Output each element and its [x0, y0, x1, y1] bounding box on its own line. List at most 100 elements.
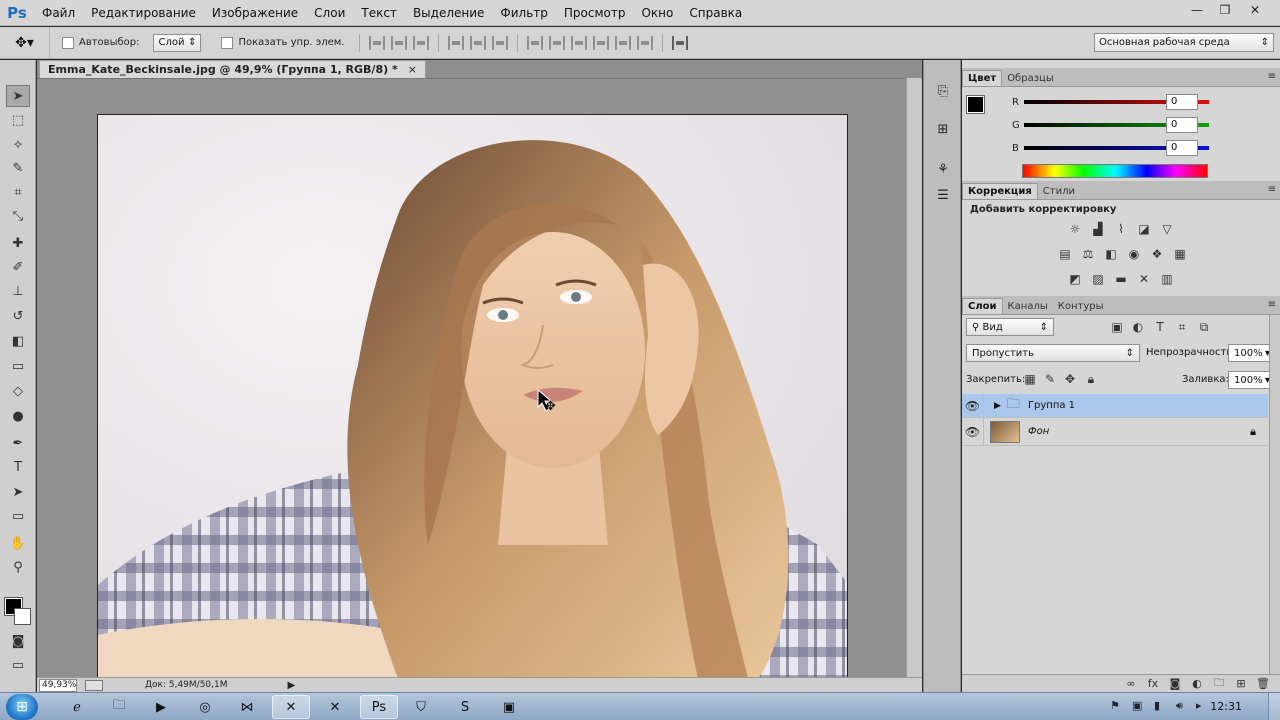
g-value-field[interactable]: 0 [1166, 117, 1198, 133]
menu-layers[interactable]: Слои [306, 0, 353, 26]
r-value-field[interactable]: 0 [1166, 94, 1198, 110]
auto-align-icon[interactable] [671, 35, 688, 50]
autoselect-checkbox[interactable] [62, 36, 74, 49]
curves-icon[interactable]: ⌇ [1113, 222, 1129, 236]
healing-brush-icon[interactable]: ✚ [6, 232, 30, 254]
align-hcenter-icon[interactable] [469, 35, 486, 50]
restore-button[interactable]: ❐ [1210, 0, 1240, 20]
menu-file[interactable]: Файл [34, 0, 83, 26]
clone-stamp-icon[interactable]: ⊥ [6, 280, 30, 302]
expand-arrow-icon[interactable]: ▶ [994, 401, 1001, 411]
zoom-icon[interactable]: ⚲ [6, 556, 30, 578]
show-controls-checkbox[interactable] [221, 36, 234, 49]
start-button[interactable]: ⊞ [6, 694, 38, 720]
new-group-icon[interactable]: 🗀︎ [1208, 674, 1230, 693]
distribute-hcenter-icon[interactable] [614, 35, 631, 50]
filter-smart-icon[interactable]: ⧉ [1196, 320, 1212, 334]
status-preview-icon[interactable] [85, 679, 103, 691]
fg-color-picker[interactable] [966, 95, 985, 114]
explorer-icon[interactable]: 🗀︎ [100, 695, 138, 719]
color-spectrum-bar[interactable] [1022, 164, 1208, 178]
panel-menu-icon[interactable]: ≡ [1268, 184, 1276, 195]
align-bottom-icon[interactable] [412, 35, 429, 50]
photo-filter-icon[interactable]: ◉ [1126, 247, 1142, 261]
tool-presets-icon[interactable]: ☰ [931, 184, 955, 206]
marquee-icon[interactable]: ⬚ [6, 109, 30, 131]
tab-color[interactable]: Цвет [962, 70, 1003, 86]
filter-pixel-icon[interactable]: ▣ [1109, 320, 1125, 334]
history-brush-icon[interactable]: ↺ [6, 305, 30, 327]
layer-row-group1[interactable]: 👁︎ ▶ 🗀︎ Группа 1 [962, 393, 1268, 418]
tab-swatches[interactable]: Образцы [1002, 70, 1059, 86]
move-tool-icon[interactable]: ➤ [6, 85, 30, 107]
zoom-level-field[interactable]: 49,93% [39, 678, 77, 692]
b-value-field[interactable]: 0 [1166, 140, 1198, 156]
color-lookup-icon[interactable]: ▦ [1172, 247, 1188, 261]
volume-icon[interactable]: 🔊︎ [1176, 699, 1183, 713]
gradient-icon[interactable]: ▭ [6, 355, 30, 377]
background-color-swatch[interactable] [14, 608, 31, 625]
remote-desktop-icon[interactable]: ▣ [490, 695, 528, 719]
autoselect-dropdown[interactable]: Слой ⇕ [153, 33, 202, 52]
layer-filter-dropdown[interactable]: ⚲ Вид ⇕ [966, 318, 1054, 336]
workspace-dropdown[interactable]: Основная рабочая среда ⇕ [1094, 33, 1274, 52]
lock-image-icon[interactable]: ✎ [1042, 372, 1058, 386]
close-button[interactable]: ✕ [1240, 0, 1270, 20]
distribute-top-icon[interactable] [526, 35, 543, 50]
distribute-vcenter-icon[interactable] [548, 35, 565, 50]
blend-mode-dropdown[interactable]: Пропустить ⇕ [966, 344, 1140, 362]
menu-view[interactable]: Просмотр [556, 0, 634, 26]
new-layer-icon[interactable]: ⊞ [1230, 677, 1252, 690]
app-icon[interactable]: ⋈ [228, 695, 266, 719]
layer-row-background[interactable]: 👁︎ Фон 🔒︎ [962, 417, 1268, 446]
selective-color-icon[interactable]: ✕ [1136, 272, 1152, 286]
status-menu-arrow-icon[interactable]: ▶ [288, 680, 296, 691]
lasso-icon[interactable]: ⟡ [6, 133, 30, 155]
color-balance-icon[interactable]: ⚖ [1080, 247, 1096, 261]
tray-app-icon[interactable]: ▣ [1132, 699, 1142, 712]
distribute-left-icon[interactable] [592, 35, 609, 50]
tab-channels[interactable]: Каналы [1003, 298, 1053, 314]
tab-styles[interactable]: Стили [1038, 183, 1080, 199]
tab-paths[interactable]: Контуры [1053, 298, 1109, 314]
document-vertical-scrollbar[interactable] [906, 78, 922, 678]
menu-select[interactable]: Выделение [405, 0, 492, 26]
exposure-icon[interactable]: ◪ [1136, 222, 1152, 236]
close-tab-icon[interactable]: × [408, 63, 417, 76]
eyedropper-icon[interactable]: ⤡ [6, 205, 30, 227]
app-shield-icon[interactable]: ⛉ [402, 695, 440, 719]
tab-layers[interactable]: Слои [962, 298, 1003, 314]
show-desktop-button[interactable] [1268, 693, 1280, 720]
distribute-right-icon[interactable] [636, 35, 653, 50]
history-panel-icon[interactable]: ⎘ [931, 80, 955, 102]
taskbar-clock[interactable]: 12:31 [1210, 700, 1242, 713]
panel-menu-icon[interactable]: ≡ [1268, 299, 1276, 310]
eraser-icon[interactable]: ◧ [6, 330, 30, 352]
align-vcenter-icon[interactable] [390, 35, 407, 50]
network-icon[interactable]: ⚑ [1110, 699, 1120, 712]
menu-filter[interactable]: Фильтр [492, 0, 555, 26]
threshold-icon[interactable]: ▬ [1113, 272, 1129, 286]
lock-transparent-icon[interactable]: ▦ [1022, 372, 1038, 386]
visibility-eye-icon[interactable]: 👁︎ [962, 393, 984, 418]
vibrance-icon[interactable]: ▽ [1159, 222, 1175, 236]
invert-icon[interactable]: ◩ [1067, 272, 1083, 286]
menu-window[interactable]: Окно [633, 0, 681, 26]
tab-adjustments[interactable]: Коррекция [962, 183, 1038, 199]
document-tab[interactable]: Emma_Kate_Beckinsale.jpg @ 49,9% (Группа… [39, 60, 426, 78]
menu-type[interactable]: Текст [353, 0, 405, 26]
quick-select-icon[interactable]: ✎ [6, 157, 30, 179]
path-select-icon[interactable]: ➤ [6, 481, 30, 503]
align-left-icon[interactable] [447, 35, 464, 50]
filter-shape-icon[interactable]: ⌗ [1174, 320, 1190, 334]
shape-icon[interactable]: ▭ [6, 505, 30, 527]
link-layers-icon[interactable]: ∞ [1120, 677, 1142, 690]
menu-edit[interactable]: Редактирование [83, 0, 204, 26]
lock-all-icon[interactable]: 🔒︎ [1083, 372, 1099, 386]
lock-position-icon[interactable]: ✥ [1062, 372, 1078, 386]
tool-preset-picker[interactable]: ✥▾ [0, 26, 50, 59]
layer-style-icon[interactable]: fx [1142, 677, 1164, 690]
crop-icon[interactable]: ⌗ [6, 181, 30, 203]
brightness-contrast-icon[interactable]: ☼ [1067, 222, 1083, 236]
dodge-icon[interactable]: ● [6, 405, 30, 427]
